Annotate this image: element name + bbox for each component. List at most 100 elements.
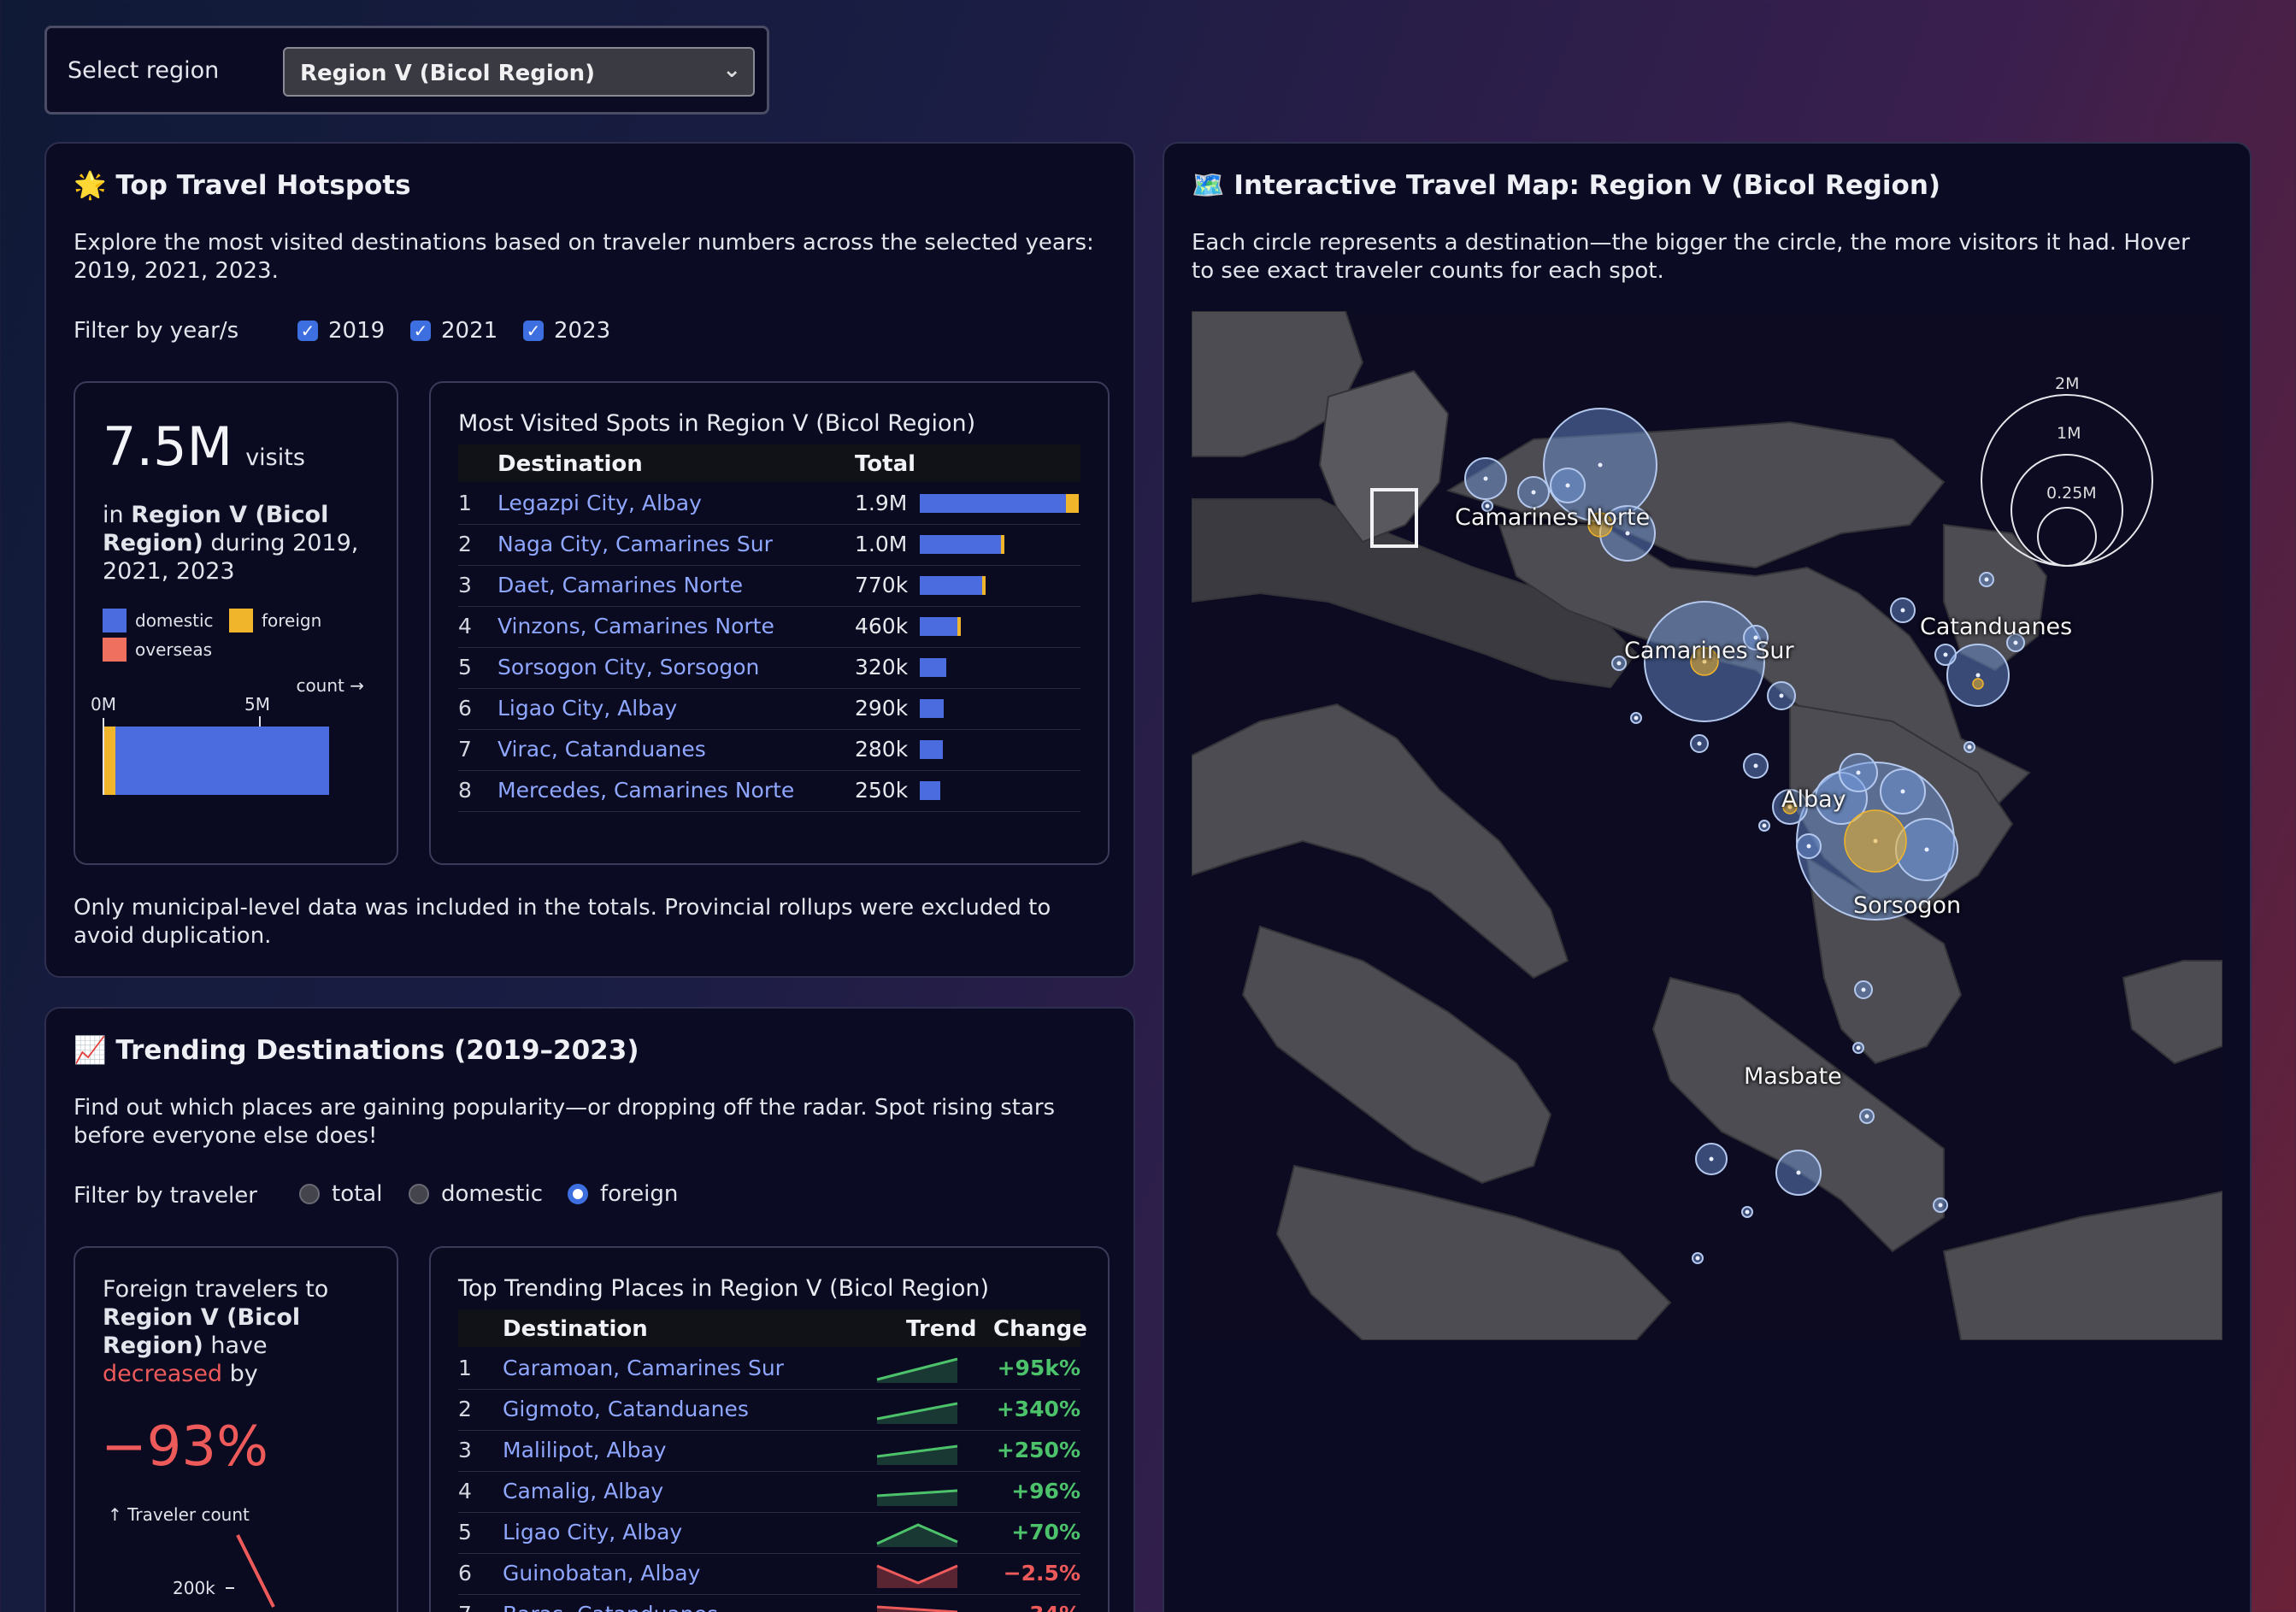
destination-link[interactable]: Sorsogon City, Sorsogon [497,655,759,680]
bubble-center-dot [1598,462,1603,468]
trend-sparkline [876,1444,958,1465]
total-value: 1.9M [855,491,908,515]
row-index: 4 [458,1479,472,1503]
trend-sparkline [876,1357,958,1383]
foreign-bar [1001,535,1004,554]
bubble-center-dot [1924,847,1929,852]
trend-chart-icon: 📈 [74,1035,107,1066]
destination-link[interactable]: Guinobatan, Albay [503,1561,700,1586]
row-index: 2 [458,1397,472,1421]
row-index: 1 [458,1356,472,1380]
travel-map[interactable]: 2M 1M 0.25M Camarines Norte Camarines Su… [1192,311,2222,1340]
legend-swatch [103,609,127,632]
visits-caption: in Region V (Bicol Region) during 2019, … [103,501,376,585]
radio-label: domestic [441,1181,543,1207]
check-icon: ✓ [410,321,431,341]
destination-link[interactable]: Camalig, Albay [503,1479,663,1503]
trending-title: 📈 Trending Destinations (2019–2023) [74,1034,639,1066]
destination-link[interactable]: Daet, Camarines Norte [497,573,743,597]
foreign-bubble[interactable] [1972,678,1984,690]
bubble-center-dot [1806,844,1811,849]
check-icon: ✓ [297,321,318,341]
trending-table-header: Destination Trend Change [458,1309,1087,1347]
row-index: 5 [458,1520,472,1544]
domestic-bar [920,699,944,718]
destination-link[interactable]: Mercedes, Camarines Norte [497,778,794,803]
table-row: 3 Daet, Camarines Norte 770k [458,566,1080,607]
destination-link[interactable]: Legazpi City, Albay [497,491,702,515]
stack-bar-domestic [115,727,329,795]
year-filter-label: Filter by year/s [74,318,239,344]
size-legend-2m: 2M [2055,374,2080,393]
caption-in: in [103,502,124,528]
province-label-camarines-sur: Camarines Sur [1624,638,1794,664]
region-select[interactable]: Region V (Bicol Region) ⌄ [283,47,755,97]
visits-summary-card: 7.5M visits in Region V (Bicol Region) d… [74,381,398,865]
visits-value: 7.5M [103,415,233,478]
radio-label: total [332,1181,383,1207]
trend-sparkline-chart [226,1534,275,1608]
col-total: Total [855,451,916,477]
row-index: 5 [458,655,472,680]
radio-domestic[interactable]: domestic [409,1181,543,1207]
land-marinduque [1241,925,1552,1185]
table-row: 6 Guinobatan, Albay −2.5% [458,1554,1080,1595]
year-label: 2021 [441,318,498,344]
destination-link[interactable]: Caramoan, Camarines Sur [503,1356,784,1380]
map-title: 🗺️ Interactive Travel Map: Region V (Bic… [1192,169,1940,201]
hotspots-title: 🌟 Top Travel Hotspots [74,169,411,201]
year-checkbox-2023[interactable]: ✓ 2023 [523,318,610,344]
domestic-bar [920,781,940,800]
radio-foreign[interactable]: foreign [568,1181,678,1207]
bubble-center-dot [1938,1203,1943,1208]
size-legend-025m: 0.25M [2046,484,2097,503]
foreign-bubble[interactable] [1844,809,1907,873]
map-panel: 🗺️ Interactive Travel Map: Region V (Bic… [1163,142,2252,1612]
tick-mark [259,716,261,727]
map-description: Each circle represents a destination—the… [1192,230,2190,284]
destination-link[interactable]: Naga City, Camarines Sur [497,532,773,556]
total-value: 460k [855,614,909,638]
radio-total[interactable]: total [299,1181,382,1207]
trend-sparkline [876,1523,958,1547]
foreign-bar [957,617,961,636]
col-destination: Destination [497,451,643,477]
destination-link[interactable]: Baras, Catanduanes [503,1602,718,1612]
total-value: 1.0M [855,532,908,556]
region-selector-panel: Select region Region V (Bicol Region) ⌄ [44,26,769,115]
bubble-center-dot [1861,987,1866,992]
size-legend-circle-1m [2010,454,2123,567]
stack-bar-foreign [104,727,115,795]
destination-link[interactable]: Malilipot, Albay [503,1438,667,1462]
domestic-bar [920,740,943,759]
table-row: 4 Camalig, Albay +96% [458,1472,1080,1513]
domestic-bar [920,617,957,636]
chevron-down-icon: ⌄ [722,57,741,83]
year-checkbox-2021[interactable]: ✓ 2021 [410,318,497,344]
year-checkbox-2019[interactable]: ✓ 2019 [297,318,385,344]
province-label-sorsogon: Sorsogon [1853,892,1962,919]
province-label-catanduanes: Catanduanes [1920,614,2073,640]
trending-table-title: Top Trending Places in Region V (Bicol R… [458,1275,990,1302]
bubble-center-dot [1709,1156,1714,1162]
province-label-albay: Albay [1781,786,1846,813]
radio-indicator [568,1184,588,1204]
destination-link[interactable]: Gigmoto, Catanduanes [503,1397,749,1421]
radio-indicator [299,1184,320,1204]
total-value: 320k [855,655,909,680]
table-row: 5 Ligao City, Albay +70% [458,1513,1080,1554]
row-index: 7 [458,1602,472,1612]
destination-link[interactable]: Ligao City, Albay [503,1520,682,1544]
destination-link[interactable]: Vinzons, Camarines Norte [497,614,774,638]
bubble-center-dot [1984,577,1989,582]
check-icon: ✓ [523,321,544,341]
row-index: 1 [458,491,472,515]
bubble-center-dot [1625,531,1630,536]
bubble-center-dot [1565,483,1570,488]
change-value: +70% [1011,1520,1080,1544]
destination-link[interactable]: Ligao City, Albay [497,696,677,721]
decline-line [236,1534,275,1608]
region-select-value: Region V (Bicol Region) [300,61,596,86]
land-south-west [1275,1164,1672,1340]
destination-link[interactable]: Virac, Catanduanes [497,737,706,762]
